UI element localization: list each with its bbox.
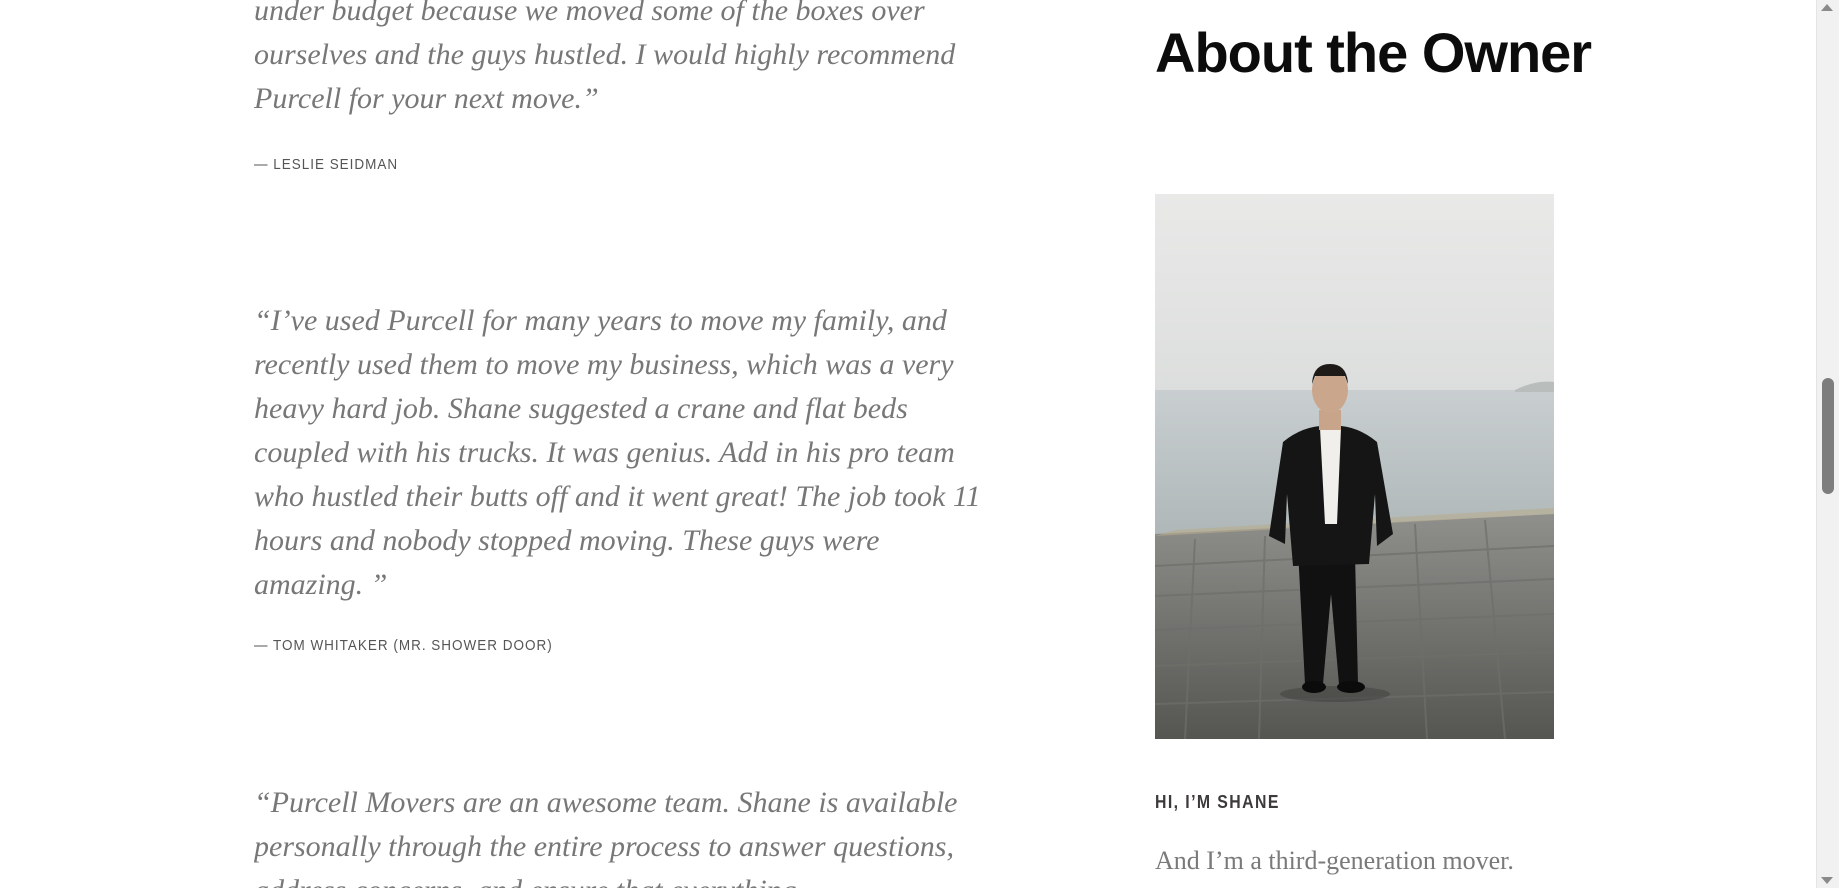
testimonial-quote: “Purcell Movers are an awesome team. Sha…: [254, 786, 958, 888]
owner-greeting: HI, I’M SHANE: [1155, 792, 1280, 812]
testimonial-quote: “I’ve used Purcell for many years to mov…: [254, 304, 981, 601]
testimonial-author: — LESLIE SEIDMAN: [254, 156, 399, 173]
vertical-scrollbar[interactable]: [1816, 0, 1839, 888]
testimonial-quote: under budget because we moved some of th…: [254, 0, 956, 115]
owner-photo: [1155, 194, 1554, 739]
scroll-down-icon[interactable]: [1821, 877, 1833, 884]
testimonials-section: under budget because we moved some of th…: [254, 0, 994, 888]
about-owner-heading: About the Owner: [1155, 21, 1592, 84]
about-owner-section: About the Owner HI, I’M SHANE And I’m a …: [1155, 0, 1615, 888]
scroll-up-icon[interactable]: [1821, 4, 1833, 11]
scrollbar-thumb[interactable]: [1822, 378, 1834, 494]
owner-intro: And I’m a third-generation mover.: [1155, 846, 1514, 875]
testimonial-author: — TOM WHITAKER (MR. SHOWER DOOR): [254, 637, 553, 654]
